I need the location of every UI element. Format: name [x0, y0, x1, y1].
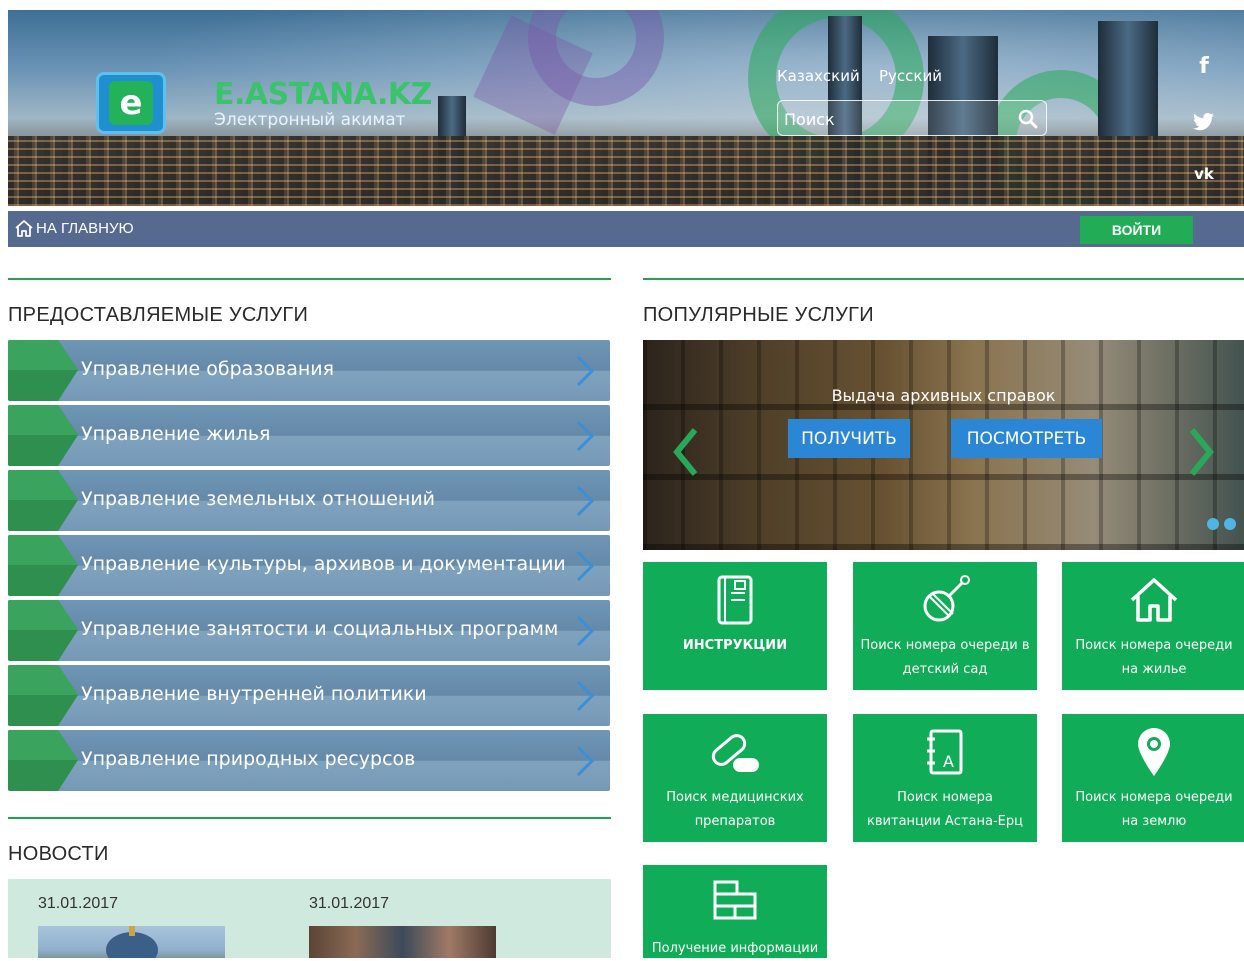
tile-label: Поиск медицинских препаратов	[666, 790, 804, 829]
news-image[interactable]	[309, 926, 496, 958]
carousel-next-icon[interactable]	[1188, 426, 1214, 478]
service-arrow-decor	[8, 535, 78, 596]
lang-kazakh-link[interactable]: Казахский	[777, 67, 860, 85]
chevron-right-icon	[576, 420, 595, 452]
header-banner: e E.ASTANA.KZ Электронный акимат Казахск…	[8, 10, 1244, 206]
login-button[interactable]: ВОЙТИ	[1080, 216, 1193, 244]
services-title: ПРЕДОСТАВЛЯЕМЫЕ УСЛУГИ	[8, 304, 309, 326]
service-label: Управление жилья	[81, 423, 271, 445]
service-arrow-decor	[8, 665, 78, 726]
book-icon	[643, 572, 827, 628]
logo-letter: e	[109, 81, 153, 125]
service-label: Управление природных ресурсов	[81, 748, 416, 770]
news-panel: 31.01.2017 31.01.2017	[8, 879, 611, 958]
tile-label: Поиск номера очереди на землю	[1075, 790, 1233, 829]
tile-land-queue[interactable]: Поиск номера очереди на землю	[1062, 714, 1244, 842]
service-item[interactable]: Управление внутренней политики	[8, 665, 610, 726]
tile-label: Получение информации	[651, 941, 819, 956]
carousel-dot[interactable]	[1224, 518, 1236, 530]
house-icon	[1062, 572, 1244, 628]
chevron-right-icon	[576, 680, 595, 712]
tile-label: Поиск номера квитанции Астана-Ерц	[867, 790, 1023, 829]
tile-label: Поиск номера очереди на жилье	[1075, 638, 1233, 677]
tile-kindergarten-queue[interactable]: Поиск номера очереди в детский сад	[853, 562, 1037, 690]
carousel-view-button[interactable]: ПОСМОТРЕТЬ	[951, 419, 1102, 458]
page: e E.ASTANA.KZ Электронный акимат Казахск…	[8, 10, 1244, 958]
service-item[interactable]: Управление земельных отношений	[8, 470, 610, 531]
site-subtitle: Электронный акимат	[214, 110, 406, 130]
bricks-icon	[643, 875, 827, 931]
carousel-caption: Выдача архивных справок	[831, 386, 1056, 405]
section-divider	[8, 278, 611, 280]
news-date: 31.01.2017	[309, 895, 390, 912]
home-link[interactable]: НА ГЛАВНУЮ	[14, 219, 134, 237]
carousel-overlay	[643, 340, 1244, 550]
service-item[interactable]: Управление культуры, архивов и документа…	[8, 535, 610, 596]
facebook-icon[interactable]: f	[1190, 52, 1218, 80]
pills-icon	[643, 724, 827, 780]
service-item[interactable]: Управление природных ресурсов	[8, 730, 610, 791]
search-box	[777, 100, 1047, 136]
chevron-right-icon	[576, 615, 595, 647]
service-item[interactable]: Управление образования	[8, 340, 610, 401]
carousel-prev-icon[interactable]	[673, 426, 699, 478]
news-image[interactable]	[38, 926, 225, 958]
service-label: Управление образования	[81, 358, 335, 380]
carousel-get-button[interactable]: ПОЛУЧИТЬ	[788, 419, 910, 458]
tile-label: ИНСТРУКЦИИ	[682, 638, 788, 653]
chevron-right-icon	[576, 745, 595, 777]
service-arrow-decor	[8, 405, 78, 466]
toy-rattle-icon	[853, 572, 1037, 628]
tile-receipt-search[interactable]: A Поиск номера квитанции Астана-Ерц	[853, 714, 1037, 842]
vk-icon[interactable]: vk	[1190, 160, 1218, 188]
service-arrow-decor	[8, 470, 78, 531]
search-icon[interactable]	[1018, 109, 1038, 129]
carousel-dot[interactable]	[1207, 518, 1219, 530]
tile-housing-queue[interactable]: Поиск номера очереди на жилье	[1062, 562, 1244, 690]
service-label: Управление культуры, архивов и документа…	[81, 553, 566, 575]
news-title: НОВОСТИ	[8, 843, 109, 865]
service-label: Управление внутренней политики	[81, 683, 427, 705]
chevron-right-icon	[576, 485, 595, 517]
search-input[interactable]	[782, 107, 1006, 131]
popular-carousel: Выдача архивных справок ПОЛУЧИТЬ ПОСМОТР…	[643, 340, 1244, 550]
tile-get-info[interactable]: Получение информации	[643, 865, 827, 958]
tile-label: Поиск номера очереди в детский сад	[860, 638, 1030, 677]
logo-icon[interactable]: e	[96, 72, 166, 134]
service-item[interactable]: Управление жилья	[8, 405, 610, 466]
service-item[interactable]: Управление занятости и социальных програ…	[8, 600, 610, 661]
service-arrow-decor	[8, 600, 78, 661]
home-icon	[15, 220, 33, 237]
tile-instructions[interactable]: ИНСТРУКЦИИ	[643, 562, 827, 690]
tile-medicine-search[interactable]: Поиск медицинских препаратов	[643, 714, 827, 842]
chevron-right-icon	[576, 355, 595, 387]
service-arrow-decor	[8, 730, 78, 791]
nav-bar: НА ГЛАВНУЮ ВОЙТИ	[8, 211, 1244, 247]
notebook-icon: A	[853, 724, 1037, 780]
service-label: Управление земельных отношений	[81, 488, 436, 510]
section-divider	[8, 817, 611, 819]
city-lights	[8, 136, 1244, 206]
section-divider	[643, 278, 1244, 280]
home-label: НА ГЛАВНУЮ	[36, 219, 134, 237]
twitter-icon[interactable]	[1190, 108, 1218, 136]
map-pin-icon	[1062, 724, 1244, 780]
lang-russian-link[interactable]: Русский	[879, 67, 942, 85]
service-arrow-decor	[8, 340, 78, 401]
site-title[interactable]: E.ASTANA.KZ	[214, 77, 432, 112]
popular-title: ПОПУЛЯРНЫЕ УСЛУГИ	[643, 304, 874, 326]
chevron-right-icon	[576, 550, 595, 582]
services-list: Управление образования Управление жилья …	[8, 340, 611, 795]
news-date: 31.01.2017	[38, 895, 119, 912]
service-label: Управление занятости и социальных програ…	[81, 618, 559, 640]
svg-text:A: A	[943, 752, 954, 771]
